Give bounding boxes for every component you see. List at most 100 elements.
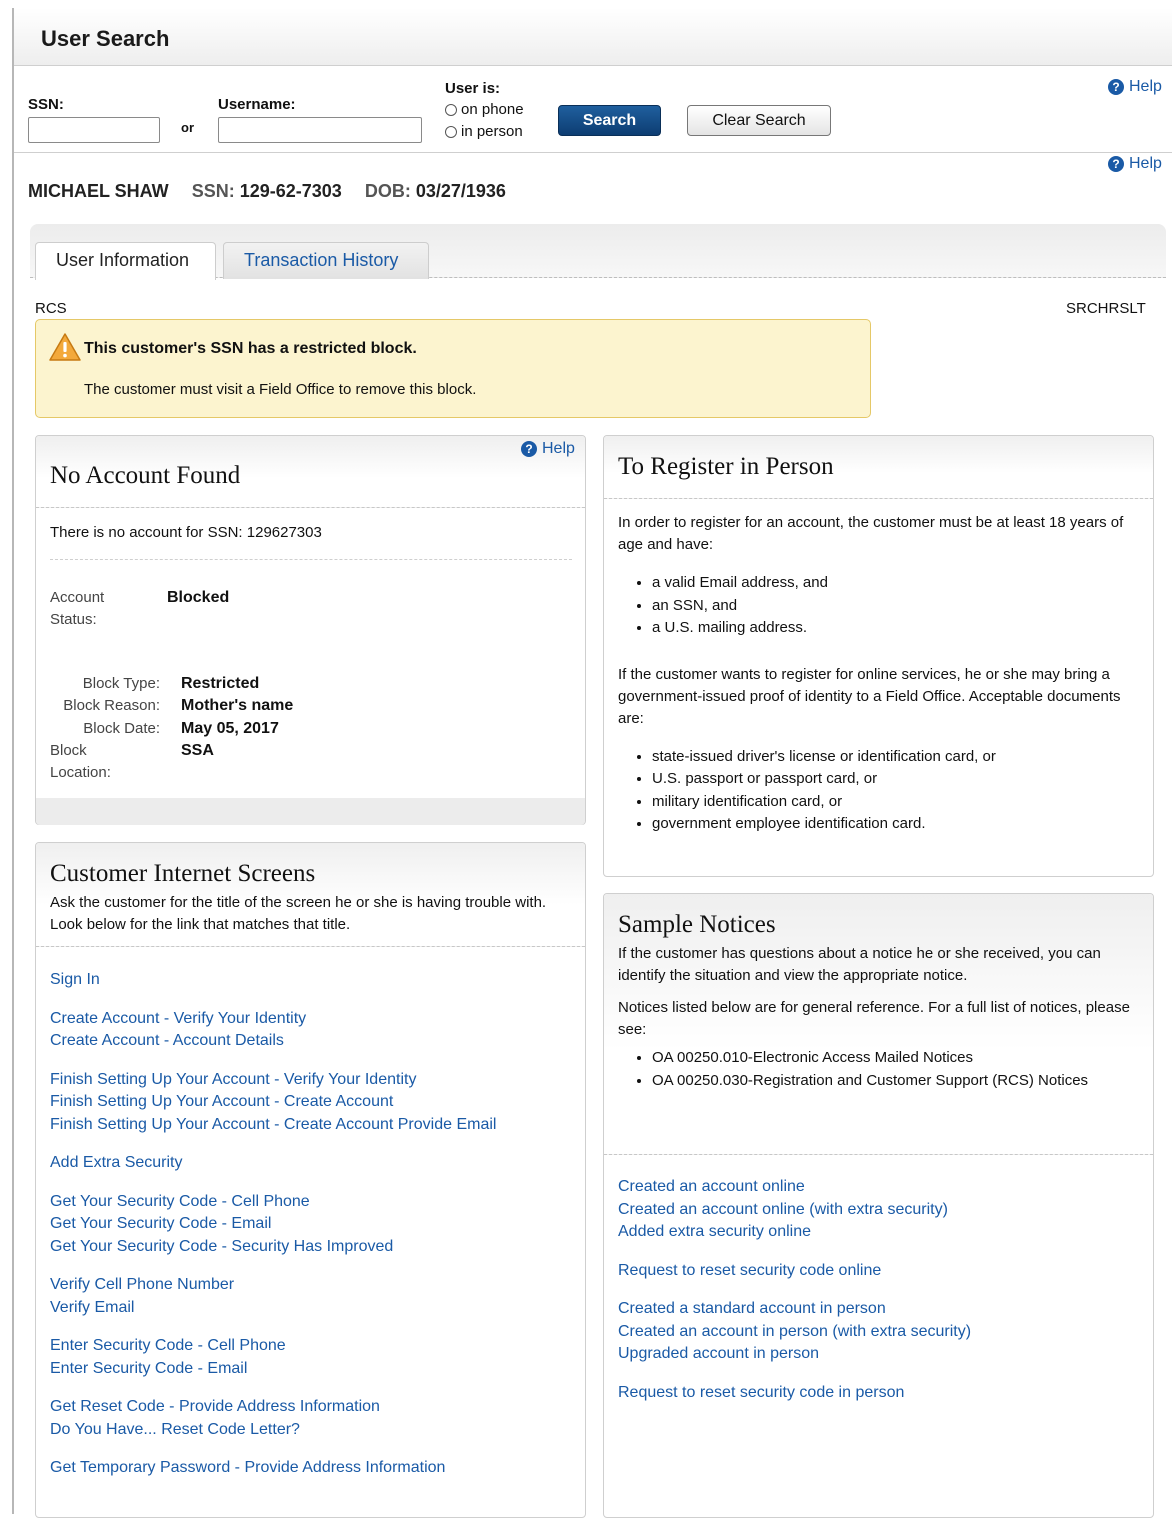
internet-screens-intro: Ask the customer for the title of the sc… xyxy=(50,894,547,933)
block-location-label-2: Location: xyxy=(50,764,111,781)
link-verify-email[interactable]: Verify Email xyxy=(50,1297,574,1320)
list-item: government employee identification card. xyxy=(652,813,1140,836)
person-help-link[interactable]: ? Help xyxy=(1108,155,1162,173)
radio-in-person[interactable]: in person xyxy=(445,123,523,140)
register-in-person-panel: To Register in Person In order to regist… xyxy=(603,435,1154,877)
clear-search-button[interactable]: Clear Search xyxy=(687,105,831,136)
link-reset-code-letter[interactable]: Do You Have... Reset Code Letter? xyxy=(50,1419,574,1442)
radio-on-phone-label: on phone xyxy=(461,101,524,118)
link-created-online-extra[interactable]: Created an account online (with extra se… xyxy=(618,1199,1142,1222)
link-security-code-email[interactable]: Get Your Security Code - Email xyxy=(50,1213,574,1236)
list-item: U.S. passport or passport card, or xyxy=(652,768,1140,791)
documents-list: state-issued driver's license or identif… xyxy=(618,746,1140,836)
user-search-window: User Search SSN: or Username: User is: o… xyxy=(12,8,1172,1518)
list-item: state-issued driver's license or identif… xyxy=(652,746,1140,769)
search-button[interactable]: Search xyxy=(558,105,661,136)
register-intro: In order to register for an account, the… xyxy=(618,514,1124,553)
list-item: military identification card, or xyxy=(652,791,1140,814)
help-icon: ? xyxy=(1108,156,1124,172)
link-reset-in-person[interactable]: Request to reset security code in person xyxy=(618,1382,1142,1405)
ssn-input[interactable] xyxy=(28,117,160,143)
list-item: OA 00250.010-Electronic Access Mailed No… xyxy=(652,1047,1144,1070)
account-status-label-2: Status: xyxy=(50,611,97,628)
panel-title: Sample Notices xyxy=(618,911,776,938)
link-enter-code-email[interactable]: Enter Security Code - Email xyxy=(50,1358,574,1381)
register-body: In order to register for an account, the… xyxy=(618,512,1140,836)
link-security-code-cell[interactable]: Get Your Security Code - Cell Phone xyxy=(50,1191,574,1214)
register-online-text: If the customer wants to register for on… xyxy=(618,665,1121,727)
link-finish-setup-email[interactable]: Finish Setting Up Your Account - Create … xyxy=(50,1114,574,1137)
block-reason-label: Block Reason: xyxy=(63,697,160,714)
list-item: a valid Email address, and xyxy=(652,572,1140,595)
customer-internet-screens-panel: Customer Internet Screens Ask the custom… xyxy=(35,842,586,1518)
divider xyxy=(14,152,1172,153)
tab-transaction-history[interactable]: Transaction History xyxy=(223,242,429,279)
help-label: Help xyxy=(1129,78,1162,95)
block-date-value: May 05, 2017 xyxy=(181,720,279,737)
link-reset-online[interactable]: Request to reset security code online xyxy=(618,1260,1142,1283)
link-finish-setup-verify[interactable]: Finish Setting Up Your Account - Verify … xyxy=(50,1069,574,1092)
link-add-extra-security[interactable]: Add Extra Security xyxy=(50,1152,574,1175)
or-label: or xyxy=(181,120,194,135)
radio-circle-icon[interactable] xyxy=(445,103,457,116)
person-summary: MICHAEL SHAW SSN: 129-62-7303 DOB: 03/27… xyxy=(28,181,506,202)
warning-icon xyxy=(49,333,81,361)
link-created-standard-in-person[interactable]: Created a standard account in person xyxy=(618,1298,1142,1321)
internet-screens-links: Sign In Create Account - Verify Your Ide… xyxy=(50,969,574,1496)
link-created-in-person-extra[interactable]: Created an account in person (with extra… xyxy=(618,1321,1142,1344)
sample-notices-panel: Sample Notices If the customer has quest… xyxy=(603,893,1154,1518)
person-ssn: 129-62-7303 xyxy=(239,181,342,201)
radio-on-phone[interactable]: on phone xyxy=(445,101,524,118)
page-title: User Search xyxy=(41,26,170,51)
link-upgraded-in-person[interactable]: Upgraded account in person xyxy=(618,1343,1142,1366)
help-icon: ? xyxy=(521,441,537,457)
no-account-message: There is no account for SSN: 129627303 xyxy=(50,524,322,541)
panel-header: Customer Internet Screens Ask the custom… xyxy=(36,843,585,947)
panel-header: No Account Found ? Help xyxy=(36,436,585,508)
context-code-right: SRCHRSLT xyxy=(1066,300,1146,317)
help-label: Help xyxy=(1129,155,1162,172)
block-reason-value: Mother's name xyxy=(181,697,294,714)
tab-user-information[interactable]: User Information xyxy=(35,242,216,280)
link-security-improved[interactable]: Get Your Security Code - Security Has Im… xyxy=(50,1236,574,1259)
person-dob: 03/27/1936 xyxy=(415,181,506,201)
link-create-account-verify[interactable]: Create Account - Verify Your Identity xyxy=(50,1008,574,1031)
link-verify-cell[interactable]: Verify Cell Phone Number xyxy=(50,1274,574,1297)
requirements-list: a valid Email address, and an SSN, and a… xyxy=(618,572,1140,640)
link-create-account-details[interactable]: Create Account - Account Details xyxy=(50,1030,574,1053)
no-account-help-link[interactable]: ? Help xyxy=(521,440,575,458)
link-finish-setup-create[interactable]: Finish Setting Up Your Account - Create … xyxy=(50,1091,574,1114)
block-type-value: Restricted xyxy=(181,675,260,692)
list-item: an SSN, and xyxy=(652,595,1140,618)
account-status-label-1: Account xyxy=(50,589,105,606)
panel-header: To Register in Person xyxy=(604,436,1153,499)
link-reset-code-address[interactable]: Get Reset Code - Provide Address Informa… xyxy=(50,1396,574,1419)
block-type-label: Block Type: xyxy=(82,675,160,692)
link-temp-password[interactable]: Get Temporary Password - Provide Address… xyxy=(50,1457,574,1480)
username-input[interactable] xyxy=(218,117,422,143)
link-created-online[interactable]: Created an account online xyxy=(618,1176,1142,1199)
block-location-value: SSA xyxy=(181,742,214,759)
account-status-value: Blocked xyxy=(167,589,230,606)
dob-caption: DOB: xyxy=(364,181,411,201)
alert-title: This customer's SSN has a restricted blo… xyxy=(84,340,417,357)
notices-links: Created an account online Created an acc… xyxy=(618,1176,1142,1420)
list-item: a U.S. mailing address. xyxy=(652,617,1140,640)
block-location-label-1: Block xyxy=(50,742,87,759)
list-item: OA 00250.030-Registration and Customer S… xyxy=(652,1070,1144,1093)
link-sign-in[interactable]: Sign In xyxy=(50,969,574,992)
notices-intro: If the customer has questions about a no… xyxy=(618,945,1101,984)
restricted-block-alert: This customer's SSN has a restricted blo… xyxy=(35,319,871,418)
radio-circle-icon[interactable] xyxy=(445,125,457,138)
ssn-label: SSN: xyxy=(28,96,64,113)
link-enter-code-cell[interactable]: Enter Security Code - Cell Phone xyxy=(50,1335,574,1358)
notices-reference: Notices listed below are for general ref… xyxy=(618,999,1130,1038)
search-help-link[interactable]: ? Help xyxy=(1108,78,1162,96)
ssn-caption: SSN: xyxy=(191,181,235,201)
no-account-panel: No Account Found ? Help There is no acco… xyxy=(35,435,586,825)
link-added-extra-online[interactable]: Added extra security online xyxy=(618,1221,1142,1244)
help-icon: ? xyxy=(1108,79,1124,95)
panel-header: Sample Notices If the customer has quest… xyxy=(604,894,1153,1155)
user-is-label: User is: xyxy=(445,80,501,97)
help-label: Help xyxy=(542,440,575,457)
